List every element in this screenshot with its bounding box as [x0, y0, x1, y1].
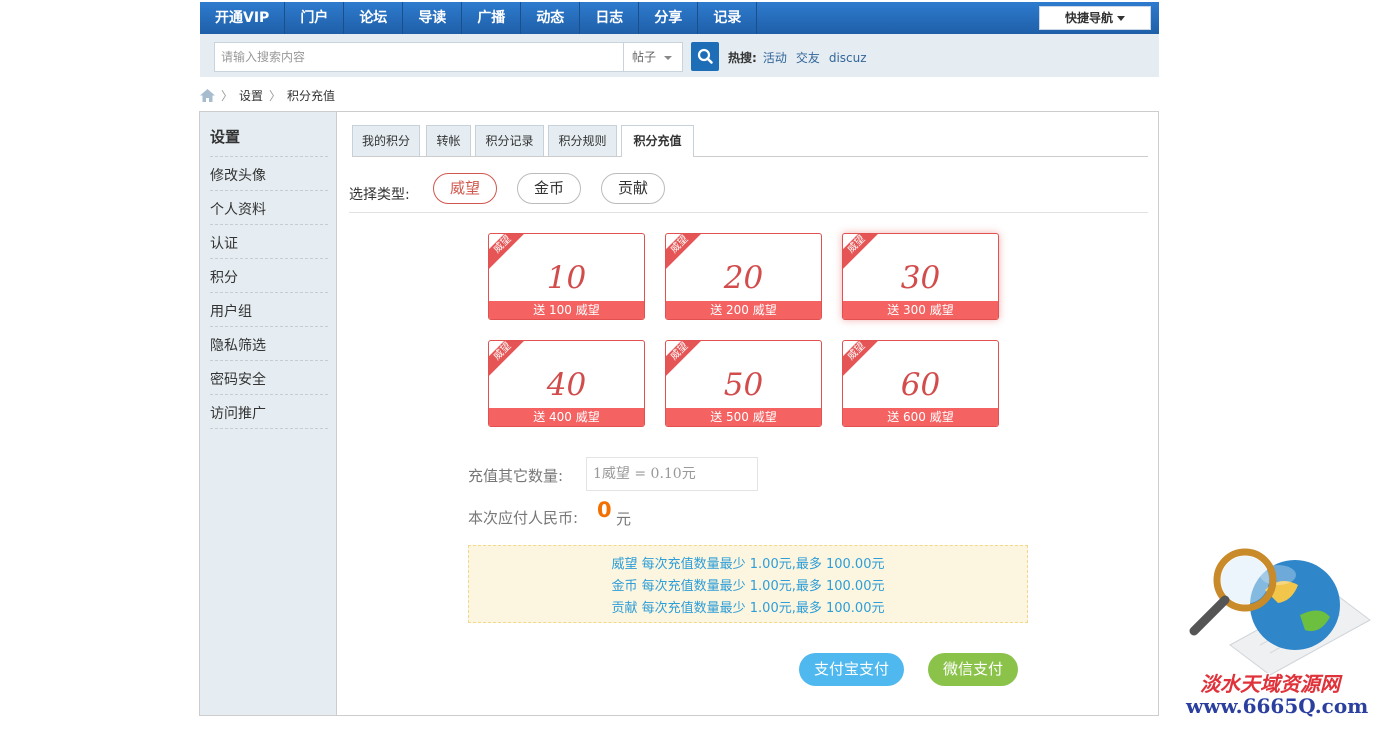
divider	[349, 212, 1148, 213]
sidebar-item-password[interactable]: 密码安全	[210, 369, 266, 389]
hot-term-discuz[interactable]: discuz	[829, 51, 867, 65]
watermark-url: www.6665Q.com	[1186, 694, 1369, 718]
quick-nav-label: 快捷导航	[1064, 11, 1113, 25]
divider	[210, 156, 328, 157]
type-select-label: 选择类型:	[349, 187, 410, 203]
card-amount: 50	[723, 367, 764, 403]
tab-bar: 我的积分 转帐 积分记录 积分规则 积分充值	[352, 125, 1148, 157]
recharge-card[interactable]: 威望 60 送 600 威望	[842, 340, 999, 427]
recharge-card[interactable]: 威望 40 送 400 威望	[488, 340, 645, 427]
payment-label: 本次应付人民币:	[468, 509, 579, 527]
breadcrumb-separator: 〉	[269, 88, 282, 103]
divider	[210, 258, 328, 259]
wechat-pay-button[interactable]: 微信支付	[928, 653, 1018, 686]
tab-transfer[interactable]: 转帐	[426, 125, 471, 156]
nav-vip[interactable]: 开通VIP	[200, 2, 286, 34]
card-amount: 60	[900, 367, 941, 403]
nav-feed[interactable]: 动态	[521, 2, 581, 34]
type-option-contribution[interactable]: 贡献	[601, 173, 665, 204]
top-navbar: 开通VIP 门户 论坛 导读 广播 动态 日志 分享 记录 快捷导航	[200, 2, 1159, 34]
type-option-prestige[interactable]: 威望	[433, 173, 497, 204]
hot-search: 热搜: 活动 交友 discuz	[728, 49, 876, 66]
nav-records[interactable]: 记录	[698, 2, 758, 34]
watermark-title: 淡水天域资源网	[1200, 672, 1340, 696]
breadcrumb-settings[interactable]: 设置	[239, 87, 263, 104]
recharge-notice: 威望 每次充值数量最少 1.00元,最多 100.00元 金币 每次充值数量最少…	[468, 545, 1028, 623]
card-gift: 送 500 威望	[666, 408, 821, 426]
sidebar-item-privacy[interactable]: 隐私筛选	[210, 335, 266, 355]
search-bar: 请输入搜索内容 帖子 热搜: 活动 交友 discuz	[200, 34, 1159, 77]
tab-my-credits[interactable]: 我的积分	[352, 125, 420, 156]
card-amount: 40	[546, 367, 587, 403]
sidebar-title: 设置	[210, 128, 241, 146]
sidebar-item-credits[interactable]: 积分	[210, 267, 238, 287]
notice-line: 威望 每次充值数量最少 1.00元,最多 100.00元	[611, 557, 885, 572]
home-icon[interactable]	[200, 88, 215, 102]
search-icon	[697, 48, 713, 64]
card-gift: 送 600 威望	[843, 408, 998, 426]
payment-unit: 元	[616, 510, 632, 528]
card-amount: 20	[723, 260, 764, 296]
search-type-value: 帖子	[632, 50, 657, 64]
card-gift: 送 100 威望	[489, 301, 644, 319]
nav-portal[interactable]: 门户	[285, 2, 345, 34]
nav-broadcast[interactable]: 广播	[462, 2, 522, 34]
tab-credit-rules[interactable]: 积分规则	[548, 125, 617, 156]
hot-search-label: 热搜:	[728, 51, 757, 65]
nav-forum[interactable]: 论坛	[344, 2, 404, 34]
sidebar: 设置 修改头像 个人资料 认证 积分 用户组 隐私筛选 密码安全 访问推广	[200, 112, 337, 715]
caret-down-icon	[1117, 16, 1125, 21]
sidebar-item-profile[interactable]: 个人资料	[210, 199, 266, 219]
recharge-card[interactable]: 威望 50 送 500 威望	[665, 340, 822, 427]
quick-nav-button[interactable]: 快捷导航	[1039, 6, 1151, 30]
custom-amount-label: 充值其它数量:	[468, 467, 564, 485]
card-gift: 送 400 威望	[489, 408, 644, 426]
recharge-card[interactable]: 威望 10 送 100 威望	[488, 233, 645, 320]
card-gift: 送 300 威望	[843, 301, 998, 319]
nav-share[interactable]: 分享	[639, 2, 699, 34]
nav-blog[interactable]: 日志	[580, 2, 640, 34]
search-input[interactable]: 请输入搜索内容	[214, 42, 623, 72]
divider	[210, 360, 328, 361]
card-gift: 送 200 威望	[666, 301, 821, 319]
sidebar-item-promotion[interactable]: 访问推广	[210, 403, 266, 423]
recharge-card[interactable]: 威望 20 送 200 威望	[665, 233, 822, 320]
notice-line: 金币 每次充值数量最少 1.00元,最多 100.00元	[611, 579, 885, 594]
divider	[210, 394, 328, 395]
payment-amount: 0	[597, 498, 612, 522]
tab-credit-log[interactable]: 积分记录	[475, 125, 544, 156]
card-amount: 10	[546, 260, 587, 296]
recharge-card[interactable]: 威望 30 送 300 威望	[842, 233, 999, 320]
main-panel: 设置 修改头像 个人资料 认证 积分 用户组 隐私筛选 密码安全 访问推广 我的…	[199, 111, 1159, 716]
notice-line: 贡献 每次充值数量最少 1.00元,最多 100.00元	[611, 601, 885, 616]
sidebar-item-avatar[interactable]: 修改头像	[210, 165, 266, 185]
breadcrumb-current: 积分充值	[287, 88, 336, 103]
tab-recharge[interactable]: 积分充值	[621, 125, 694, 157]
nav-guide[interactable]: 导读	[403, 2, 463, 34]
sidebar-item-usergroup[interactable]: 用户组	[210, 301, 252, 321]
card-amount: 30	[900, 260, 941, 296]
custom-amount-input[interactable]: 1威望 = 0.10元	[586, 457, 758, 491]
divider	[210, 428, 328, 429]
hot-term-friends[interactable]: 交友	[796, 51, 820, 65]
type-option-gold[interactable]: 金币	[517, 173, 581, 204]
search-type-select[interactable]: 帖子	[623, 42, 683, 72]
sidebar-item-verify[interactable]: 认证	[210, 233, 238, 253]
divider	[210, 326, 328, 327]
search-button[interactable]	[691, 42, 719, 71]
caret-down-icon	[664, 56, 672, 60]
divider	[210, 224, 328, 225]
breadcrumb-separator: 〉	[221, 88, 234, 103]
divider	[210, 292, 328, 293]
breadcrumb: 〉 设置 〉 积分充值	[200, 87, 335, 103]
alipay-button[interactable]: 支付宝支付	[799, 653, 904, 686]
divider	[210, 190, 328, 191]
hot-term-activity[interactable]: 活动	[763, 51, 787, 65]
